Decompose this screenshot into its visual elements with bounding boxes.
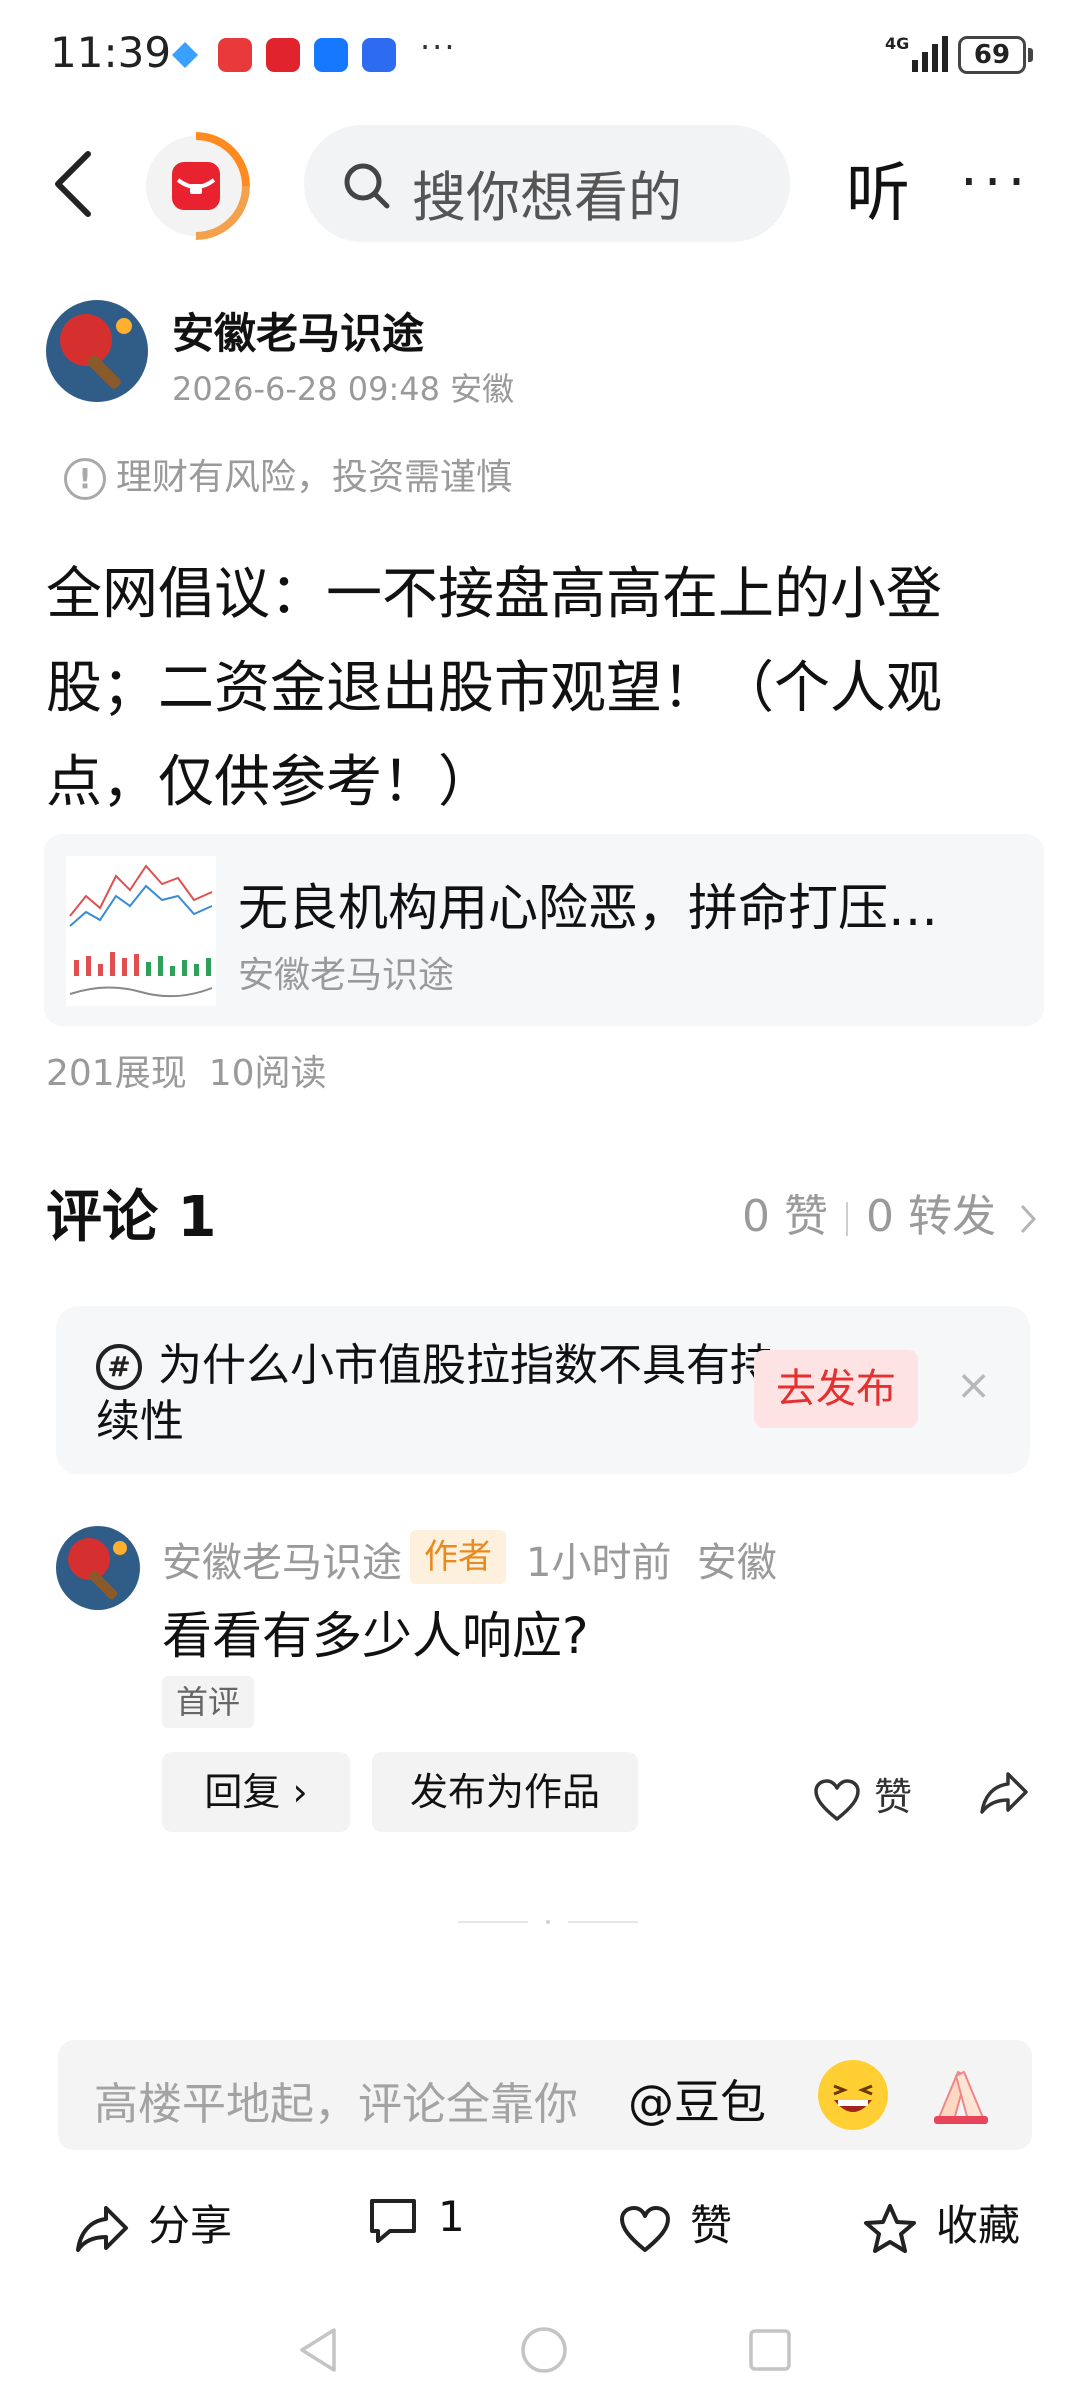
notification-more: ··· (420, 28, 457, 66)
app-red-icon (266, 38, 300, 72)
heart-icon (814, 1778, 860, 1821)
linked-article-source: 安徽老马识途 (238, 955, 455, 996)
comments-title: 评论 1 (46, 1185, 217, 1250)
system-navigation-bar (0, 2300, 1088, 2400)
comment-like-button[interactable]: 赞 (812, 1766, 912, 1823)
app-red-icon (218, 38, 252, 72)
go-publish-button[interactable]: 去发布 (754, 1350, 918, 1428)
signal-icon (912, 36, 948, 72)
topic-prompt: 为什么小市值股拉指数不具有持续性 # 去发布 × (56, 1306, 1030, 1474)
comment-input[interactable]: 高楼平地起，评论全靠你 @豆包 (58, 2040, 1032, 2150)
forwards-count: 0 转发 (865, 1191, 996, 1242)
status-time: 11:39 (50, 28, 172, 77)
first-comment-tag: 首评 (162, 1676, 255, 1728)
back-icon[interactable] (48, 148, 104, 220)
risk-notice-text: 理财有风险，投资需谨慎 (116, 457, 513, 498)
bottom-action-bar: 分享 1 赞 收藏 (0, 2182, 1088, 2282)
reply-button[interactable]: 回复 › (162, 1752, 350, 1832)
comment-text: 看看有多少人响应? (162, 1607, 589, 1665)
close-icon[interactable]: × (956, 1360, 991, 1409)
post-meta: 2026-6-28 09:48 安徽 (172, 370, 515, 408)
share-icon[interactable] (978, 1770, 1030, 1816)
share-icon (76, 2205, 128, 2252)
battery-tip (1028, 48, 1033, 62)
publish-as-work-button[interactable]: 发布为作品 (372, 1752, 638, 1832)
app-blue-icon (362, 38, 396, 72)
risk-notice: ! 理财有风险，投资需谨慎 (64, 448, 512, 500)
app-logo-icon[interactable] (142, 132, 250, 240)
clapping-emoji-icon[interactable] (928, 2064, 994, 2126)
share-label: 分享 (148, 2201, 233, 2250)
listen-button[interactable]: 听 (846, 142, 910, 234)
system-back-icon[interactable] (296, 2326, 340, 2374)
comment-input-placeholder: 高楼平地起，评论全靠你 (94, 2079, 578, 2130)
comment-time-location: 1小时前 安徽 (526, 1530, 777, 1588)
system-recents-icon[interactable] (748, 2328, 792, 2372)
search-icon (344, 163, 390, 209)
post-interactions-summary[interactable]: 0 赞 0 转发 (742, 1180, 1040, 1244)
impressions-count: 201展现 (46, 1053, 187, 1094)
post-stats: 201展现 10阅读 (46, 1044, 327, 1096)
comments-button[interactable]: 1 (366, 2192, 465, 2245)
linked-article-title: 无良机构用心险恶，拼命打压… (238, 879, 938, 937)
commenter-avatar[interactable] (56, 1526, 140, 1610)
post-title: 全网倡议：一不接盘高高在上的小登股；二资金退出股市观望！（个人观点，仅供参考！） (46, 562, 942, 815)
chevron-right-icon (1020, 1204, 1037, 1234)
warning-icon: ! (64, 458, 106, 500)
star-icon (864, 2203, 916, 2253)
laughing-emoji-icon[interactable] (818, 2060, 888, 2130)
status-bar: 11:39 ··· 4G 69 (0, 0, 1088, 110)
share-button[interactable]: 分享 (74, 2192, 232, 2254)
network-type: 4G (885, 34, 910, 53)
comments-count: 1 (438, 2192, 465, 2241)
app-diamond-icon (172, 42, 198, 68)
author-avatar[interactable] (46, 300, 148, 402)
favorite-button[interactable]: 收藏 (862, 2192, 1020, 2256)
like-label: 赞 (690, 2201, 733, 2250)
linked-article-card[interactable]: 无良机构用心险恶，拼命打压… 安徽老马识途 (44, 834, 1044, 1026)
commenter-name[interactable]: 安徽老马识途 (162, 1530, 402, 1588)
comment-icon (370, 2198, 416, 2243)
comment-like-label: 赞 (874, 1775, 913, 1819)
comment-time: 1小时前 (526, 1540, 672, 1586)
battery-indicator: 69 (958, 36, 1026, 74)
divider (845, 1202, 848, 1236)
author-badge: 作者 (410, 1530, 506, 1584)
favorite-label: 收藏 (936, 2201, 1021, 2250)
likes-count: 0 赞 (742, 1191, 828, 1242)
hashtag-icon: # (96, 1344, 142, 1390)
more-button[interactable]: ··· (960, 150, 1031, 215)
system-home-icon[interactable] (520, 2326, 568, 2374)
topic-text[interactable]: 为什么小市值股拉指数不具有持续性 (96, 1338, 776, 1450)
search-placeholder: 搜你想看的 (412, 166, 682, 229)
search-input[interactable]: 搜你想看的 (304, 125, 790, 242)
reads-count: 10阅读 (208, 1053, 327, 1094)
heart-icon (620, 2205, 670, 2252)
list-end-divider (458, 1920, 638, 1924)
alipay-icon (314, 38, 348, 72)
author-name[interactable]: 安徽老马识途 (172, 300, 424, 361)
stock-chart-thumbnail (66, 856, 216, 1006)
mention-doubao-button[interactable]: @豆包 (628, 2066, 766, 2132)
comment-location: 安徽 (696, 1540, 777, 1586)
like-button[interactable]: 赞 (618, 2192, 732, 2254)
